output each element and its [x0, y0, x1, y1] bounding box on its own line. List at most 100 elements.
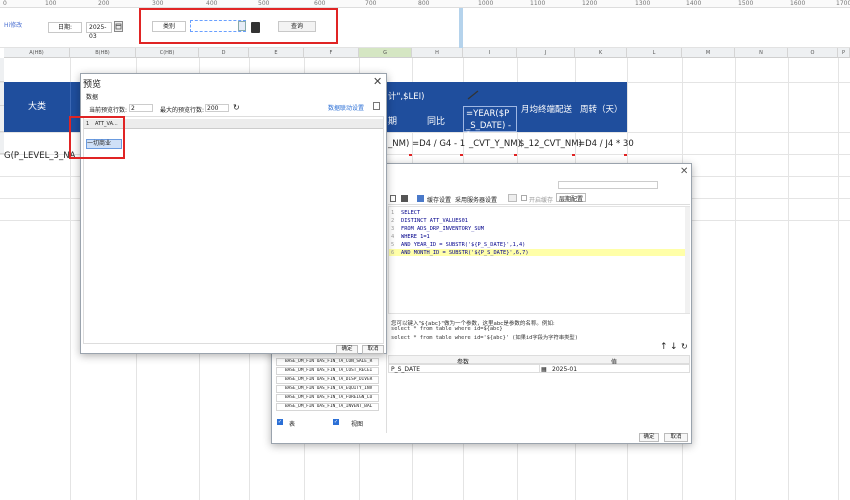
- sql-line[interactable]: DISTINCT ATT_VALUES01: [401, 218, 468, 224]
- column-header[interactable]: M: [682, 48, 735, 58]
- table-list-item[interactable]: BASE_DM_FIN OAS_FIN_TA_CON_SALE_R: [276, 358, 379, 366]
- cell-a4[interactable]: G(P_LEVEL_3_NA: [4, 151, 75, 161]
- move-down-icon[interactable]: ↓: [670, 342, 678, 352]
- ruler-tick: 1100: [530, 0, 546, 7]
- cell-h3[interactable]: =D4 / G4 - 1: [412, 139, 465, 149]
- current-rows-value: 2: [129, 104, 153, 112]
- dropdown-icon[interactable]: [238, 21, 246, 31]
- view-checkbox[interactable]: ✓: [333, 419, 339, 425]
- header-formula-fragment: 计",$LEI): [388, 92, 425, 102]
- category-label: 类别: [152, 21, 186, 32]
- save-icon[interactable]: [401, 195, 408, 202]
- header-cell-category[interactable]: 大类: [4, 82, 70, 132]
- column-header[interactable]: P: [838, 48, 850, 58]
- column-header[interactable]: B(HB): [70, 48, 136, 58]
- sql-editor[interactable]: 1 SELECT 2 DISTINCT ATT_VALUES01 3 FROM …: [388, 206, 690, 314]
- line-number: 6: [391, 250, 395, 256]
- sql-line[interactable]: AND MONTH_ID = SUBSTR('${P_S_DATE}',6,7): [401, 250, 529, 256]
- current-rows-label: 当前预览行数:: [89, 107, 128, 114]
- refresh-icon[interactable]: ↻: [233, 103, 240, 112]
- table-list-item[interactable]: BASE_DM_FIN OAS_FIN_TA_DISP_DIVER: [276, 376, 379, 384]
- max-rows-label: 最大的预览行数:: [160, 107, 205, 114]
- editor-scrollbar[interactable]: [685, 207, 690, 313]
- param-row[interactable]: P_S_DATE ▦ 2025-01: [388, 364, 690, 373]
- cell-k3[interactable]: =D4 / J4 * 30: [578, 139, 634, 149]
- column-header[interactable]: H: [412, 48, 463, 58]
- cell-g3[interactable]: _NM): [388, 139, 409, 149]
- table-checkbox-label: 表: [289, 421, 296, 428]
- cell-marker: [460, 154, 463, 156]
- cancel-button[interactable]: 取消: [664, 433, 688, 442]
- header-cell-monthly-delivery[interactable]: 月均终端配送: [521, 103, 572, 115]
- ruler-tick: 600: [314, 0, 326, 7]
- paging-button[interactable]: 层期配置: [556, 193, 586, 203]
- ruler-tick: 800: [418, 0, 430, 7]
- column-header[interactable]: K: [575, 48, 627, 58]
- line-number: 3: [391, 226, 395, 232]
- header-cell-yoy[interactable]: 同比: [427, 114, 445, 127]
- ruler-tick: 1000: [478, 0, 494, 7]
- column-header[interactable]: E: [249, 48, 304, 58]
- column-header[interactable]: F: [304, 48, 359, 58]
- ruler-tick: 1500: [738, 0, 754, 7]
- sql-line[interactable]: FROM ADS_DRP_INVENTORY_SUM: [401, 226, 484, 232]
- cell-i3[interactable]: _CVT_Y_NM): [469, 139, 521, 149]
- column-header[interactable]: I: [463, 48, 517, 58]
- ruler-tick: 1700: [836, 0, 850, 7]
- column-header[interactable]: O: [788, 48, 838, 58]
- lock-icon[interactable]: [251, 22, 260, 33]
- date-input[interactable]: 2025-03: [86, 22, 112, 40]
- table-checkbox[interactable]: ✓: [277, 419, 283, 425]
- ruler-tick: 1400: [686, 0, 702, 7]
- table-list-item[interactable]: BASE_DM_FIN OAS_FIN_TA_INVENT_BAL: [276, 403, 379, 411]
- preview-icon[interactable]: [390, 195, 396, 202]
- header-cell-i-line1: =YEAR($P: [466, 109, 510, 119]
- sql-line[interactable]: SELECT: [401, 210, 420, 216]
- max-rows-input[interactable]: 200: [205, 104, 229, 112]
- export-icon[interactable]: [373, 102, 380, 110]
- table-list-item[interactable]: BASE_DM_FIN OAS_FIN_TA_FOREIGN_LO: [276, 394, 379, 402]
- hint-line: select * from table where id='${abc}' (如…: [391, 335, 578, 341]
- row-header[interactable]: [0, 58, 4, 82]
- grid-line: [788, 58, 789, 500]
- query-button[interactable]: 查询: [278, 21, 316, 32]
- sql-line[interactable]: WHERE 1=1: [401, 234, 430, 240]
- column-header[interactable]: J: [517, 48, 575, 58]
- data-link-settings[interactable]: 数据联动设置: [328, 103, 364, 112]
- column-header[interactable]: D: [199, 48, 249, 58]
- cancel-button[interactable]: 取消: [362, 345, 384, 354]
- refresh-icon[interactable]: ↻: [681, 342, 688, 351]
- column-header[interactable]: G: [359, 48, 412, 58]
- column-header[interactable]: L: [627, 48, 682, 58]
- header-cell-i[interactable]: =YEAR($P _S_DATE) - 1: [463, 106, 517, 141]
- calendar-icon[interactable]: [114, 21, 123, 32]
- pane-splitter[interactable]: [459, 8, 463, 48]
- table-list-item[interactable]: BASE_DM_FIN OAS_FIN_TA_COST_RECEI: [276, 367, 379, 375]
- move-up-icon[interactable]: ↑: [660, 342, 668, 352]
- open-cache-checkbox[interactable]: [521, 195, 527, 201]
- param-value[interactable]: 2025-01: [552, 366, 577, 373]
- column-header[interactable]: N: [735, 48, 788, 58]
- header-cell-turnover[interactable]: 周转（天）: [580, 103, 623, 115]
- close-icon[interactable]: ✕: [680, 166, 688, 177]
- server-settings-label[interactable]: 采用服务器设置: [455, 195, 497, 204]
- edit-link[interactable]: Hi修改: [4, 20, 22, 29]
- data-section-label: 数据: [86, 94, 99, 101]
- sql-line[interactable]: AND YEAR_ID = SUBSTR('${P_S_DATE}',1,4): [401, 242, 525, 248]
- column-header[interactable]: C(HB): [136, 48, 199, 58]
- ruler-tick: 1200: [582, 0, 598, 7]
- ok-button[interactable]: 确定: [336, 345, 358, 354]
- ok-button[interactable]: 确定: [639, 433, 659, 442]
- cache-settings-icon[interactable]: [417, 195, 424, 202]
- parameter-pane: Hi修改 日期: 2025-03 类别 查询: [0, 8, 850, 48]
- column-header[interactable]: A(HB): [4, 48, 70, 58]
- dataset-name-input[interactable]: [558, 181, 658, 189]
- cache-settings-label[interactable]: 缓存设置: [427, 195, 451, 204]
- ruler-tick: 700: [365, 0, 377, 7]
- ruler-tick: 100: [45, 0, 57, 7]
- date-label: 日期:: [48, 22, 82, 33]
- cell-j3[interactable]: $_12_CVT_NM): [519, 139, 582, 149]
- close-icon[interactable]: ✕: [373, 75, 382, 88]
- settings-dropdown-icon[interactable]: [508, 194, 517, 202]
- table-list-item[interactable]: BASE_DM_FIN OAS_FIN_TA_EQUITY_INV: [276, 385, 379, 393]
